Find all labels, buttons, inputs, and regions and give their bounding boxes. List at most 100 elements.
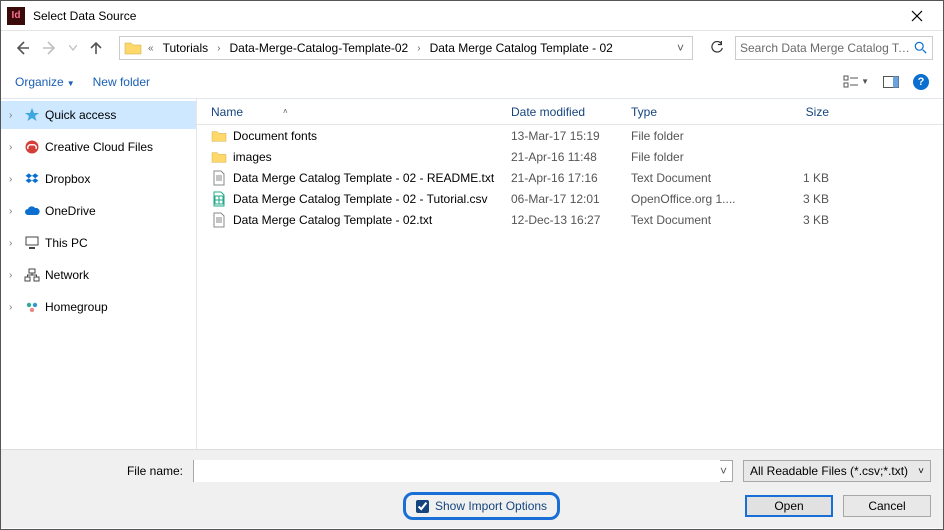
sidebar-item-quick-access[interactable]: › Quick access — [1, 101, 196, 129]
breadcrumb-dropdown[interactable]: ˅ — [673, 41, 688, 55]
chevron-right-icon: › — [9, 142, 19, 153]
filename-input[interactable] — [194, 460, 720, 482]
col-size[interactable]: Size — [751, 105, 841, 119]
sidebar-item-network[interactable]: › Network — [1, 261, 196, 289]
col-type[interactable]: Type — [631, 105, 751, 119]
breadcrumb-seg-1[interactable]: Tutorials — [160, 39, 212, 57]
file-date: 13-Mar-17 15:19 — [511, 129, 631, 143]
file-date: 21-Apr-16 17:16 — [511, 171, 631, 185]
sidebar-item-dropbox[interactable]: › Dropbox — [1, 165, 196, 193]
window-title: Select Data Source — [33, 9, 136, 23]
file-date: 21-Apr-16 11:48 — [511, 150, 631, 164]
show-import-options-checkbox[interactable]: Show Import Options — [403, 492, 560, 520]
chevron-right-icon: › — [9, 174, 19, 185]
organize-button[interactable]: Organize▼ — [15, 75, 75, 89]
list-item[interactable]: Document fonts 13-Mar-17 15:19File folder — [197, 125, 943, 146]
title-bar: Id Select Data Source — [1, 1, 943, 31]
toolbar: Organize▼ New folder ▼ ? — [1, 65, 943, 99]
sidebar-item-label: Dropbox — [45, 172, 90, 186]
search-icon — [914, 41, 928, 55]
recent-dropdown[interactable] — [67, 37, 79, 59]
sidebar-item-onedrive[interactable]: › OneDrive — [1, 197, 196, 225]
list-item[interactable]: Data Merge Catalog Template - 02 - READM… — [197, 167, 943, 188]
filename-label: File name: — [13, 464, 183, 478]
sidebar-item-homegroup[interactable]: › Homegroup — [1, 293, 196, 321]
txt-icon — [211, 170, 227, 186]
onedrive-icon — [23, 205, 41, 217]
file-size: 3 KB — [751, 213, 841, 227]
star-icon — [23, 107, 41, 123]
list-item[interactable]: Data Merge Catalog Template - 02 - Tutor… — [197, 188, 943, 209]
show-import-checkbox-input[interactable] — [416, 500, 429, 513]
chevron-right-icon: › — [9, 302, 19, 313]
search-input[interactable]: Search Data Merge Catalog Te... — [735, 36, 933, 60]
chevron-right-icon: › — [9, 238, 19, 249]
folder-icon — [211, 128, 227, 144]
file-name: Document fonts — [233, 129, 317, 143]
file-name: Data Merge Catalog Template - 02 - READM… — [233, 171, 494, 185]
back-button[interactable] — [11, 37, 33, 59]
cc-icon — [23, 139, 41, 155]
sidebar-item-label: OneDrive — [45, 204, 96, 218]
col-name[interactable]: Name — [211, 105, 243, 119]
sidebar-item-label: This PC — [45, 236, 88, 250]
sidebar-item-label: Network — [45, 268, 89, 282]
file-list: Name ˄ Date modified Type Size Document f… — [197, 99, 943, 449]
file-name: Data Merge Catalog Template - 02 - Tutor… — [233, 192, 488, 206]
file-date: 12-Dec-13 16:27 — [511, 213, 631, 227]
file-date: 06-Mar-17 12:01 — [511, 192, 631, 206]
file-type: Text Document — [631, 213, 751, 227]
forward-button — [39, 37, 61, 59]
pc-icon — [23, 236, 41, 250]
network-icon — [23, 268, 41, 282]
cancel-button[interactable]: Cancel — [843, 495, 931, 517]
sidebar-item-this-pc[interactable]: › This PC — [1, 229, 196, 257]
file-type: Text Document — [631, 171, 751, 185]
list-item[interactable]: Data Merge Catalog Template - 02.txt 12-D… — [197, 209, 943, 230]
sort-asc-icon: ˄ — [283, 107, 288, 116]
chevron-right-icon: › — [9, 206, 19, 217]
breadcrumb-seg-2[interactable]: Data-Merge-Catalog-Template-02 — [226, 39, 411, 57]
sidebar-item-label: Quick access — [45, 108, 116, 122]
sidebar: › Quick access › Creative Cloud Files › Dropb… — [1, 99, 197, 449]
view-options-button[interactable]: ▼ — [843, 75, 869, 89]
refresh-button[interactable] — [705, 36, 729, 60]
file-name: images — [233, 150, 272, 164]
open-button[interactable]: Open — [745, 495, 833, 517]
csv-icon — [211, 191, 227, 207]
breadcrumb[interactable]: « Tutorials › Data-Merge-Catalog-Templat… — [119, 36, 693, 60]
sidebar-item-creative-cloud-files[interactable]: › Creative Cloud Files — [1, 133, 196, 161]
file-size: 1 KB — [751, 171, 841, 185]
txt-icon — [211, 212, 227, 228]
preview-pane-button[interactable] — [883, 76, 899, 88]
chevron-right-icon: › — [9, 110, 19, 121]
breadcrumb-seg-3[interactable]: Data Merge Catalog Template - 02 — [427, 39, 616, 57]
chevron-right-icon: › — [215, 43, 222, 54]
file-name: Data Merge Catalog Template - 02.txt — [233, 213, 432, 227]
file-type: File folder — [631, 129, 751, 143]
col-date[interactable]: Date modified — [511, 105, 631, 119]
app-icon: Id — [7, 7, 25, 25]
file-type: OpenOffice.org 1.... — [631, 192, 751, 206]
dialog-footer: File name: ˅ All Readable Files (*.csv;*… — [1, 449, 943, 528]
help-button[interactable]: ? — [913, 74, 929, 90]
sidebar-item-label: Creative Cloud Files — [45, 140, 153, 154]
folder-icon — [211, 149, 227, 165]
list-item[interactable]: images21-Apr-16 11:48File folder — [197, 146, 943, 167]
file-size: 3 KB — [751, 192, 841, 206]
sidebar-item-label: Homegroup — [45, 300, 108, 314]
folder-icon — [124, 40, 142, 56]
filetype-select[interactable]: All Readable Files (*.csv;*.txt) ˅ — [743, 460, 931, 482]
dropbox-icon — [23, 171, 41, 187]
new-folder-button[interactable]: New folder — [93, 75, 150, 89]
homegroup-icon — [23, 300, 41, 314]
column-headers[interactable]: Name ˄ Date modified Type Size — [197, 99, 943, 125]
filename-dropdown[interactable]: ˅ — [720, 464, 732, 478]
chevron-right-icon: › — [9, 270, 19, 281]
chevron-right-icon: « — [146, 43, 156, 54]
close-icon[interactable] — [897, 2, 937, 30]
chevron-down-icon: ˅ — [918, 466, 924, 477]
search-placeholder: Search Data Merge Catalog Te... — [740, 41, 914, 55]
nav-bar: « Tutorials › Data-Merge-Catalog-Templat… — [1, 31, 943, 65]
up-button[interactable] — [85, 37, 107, 59]
